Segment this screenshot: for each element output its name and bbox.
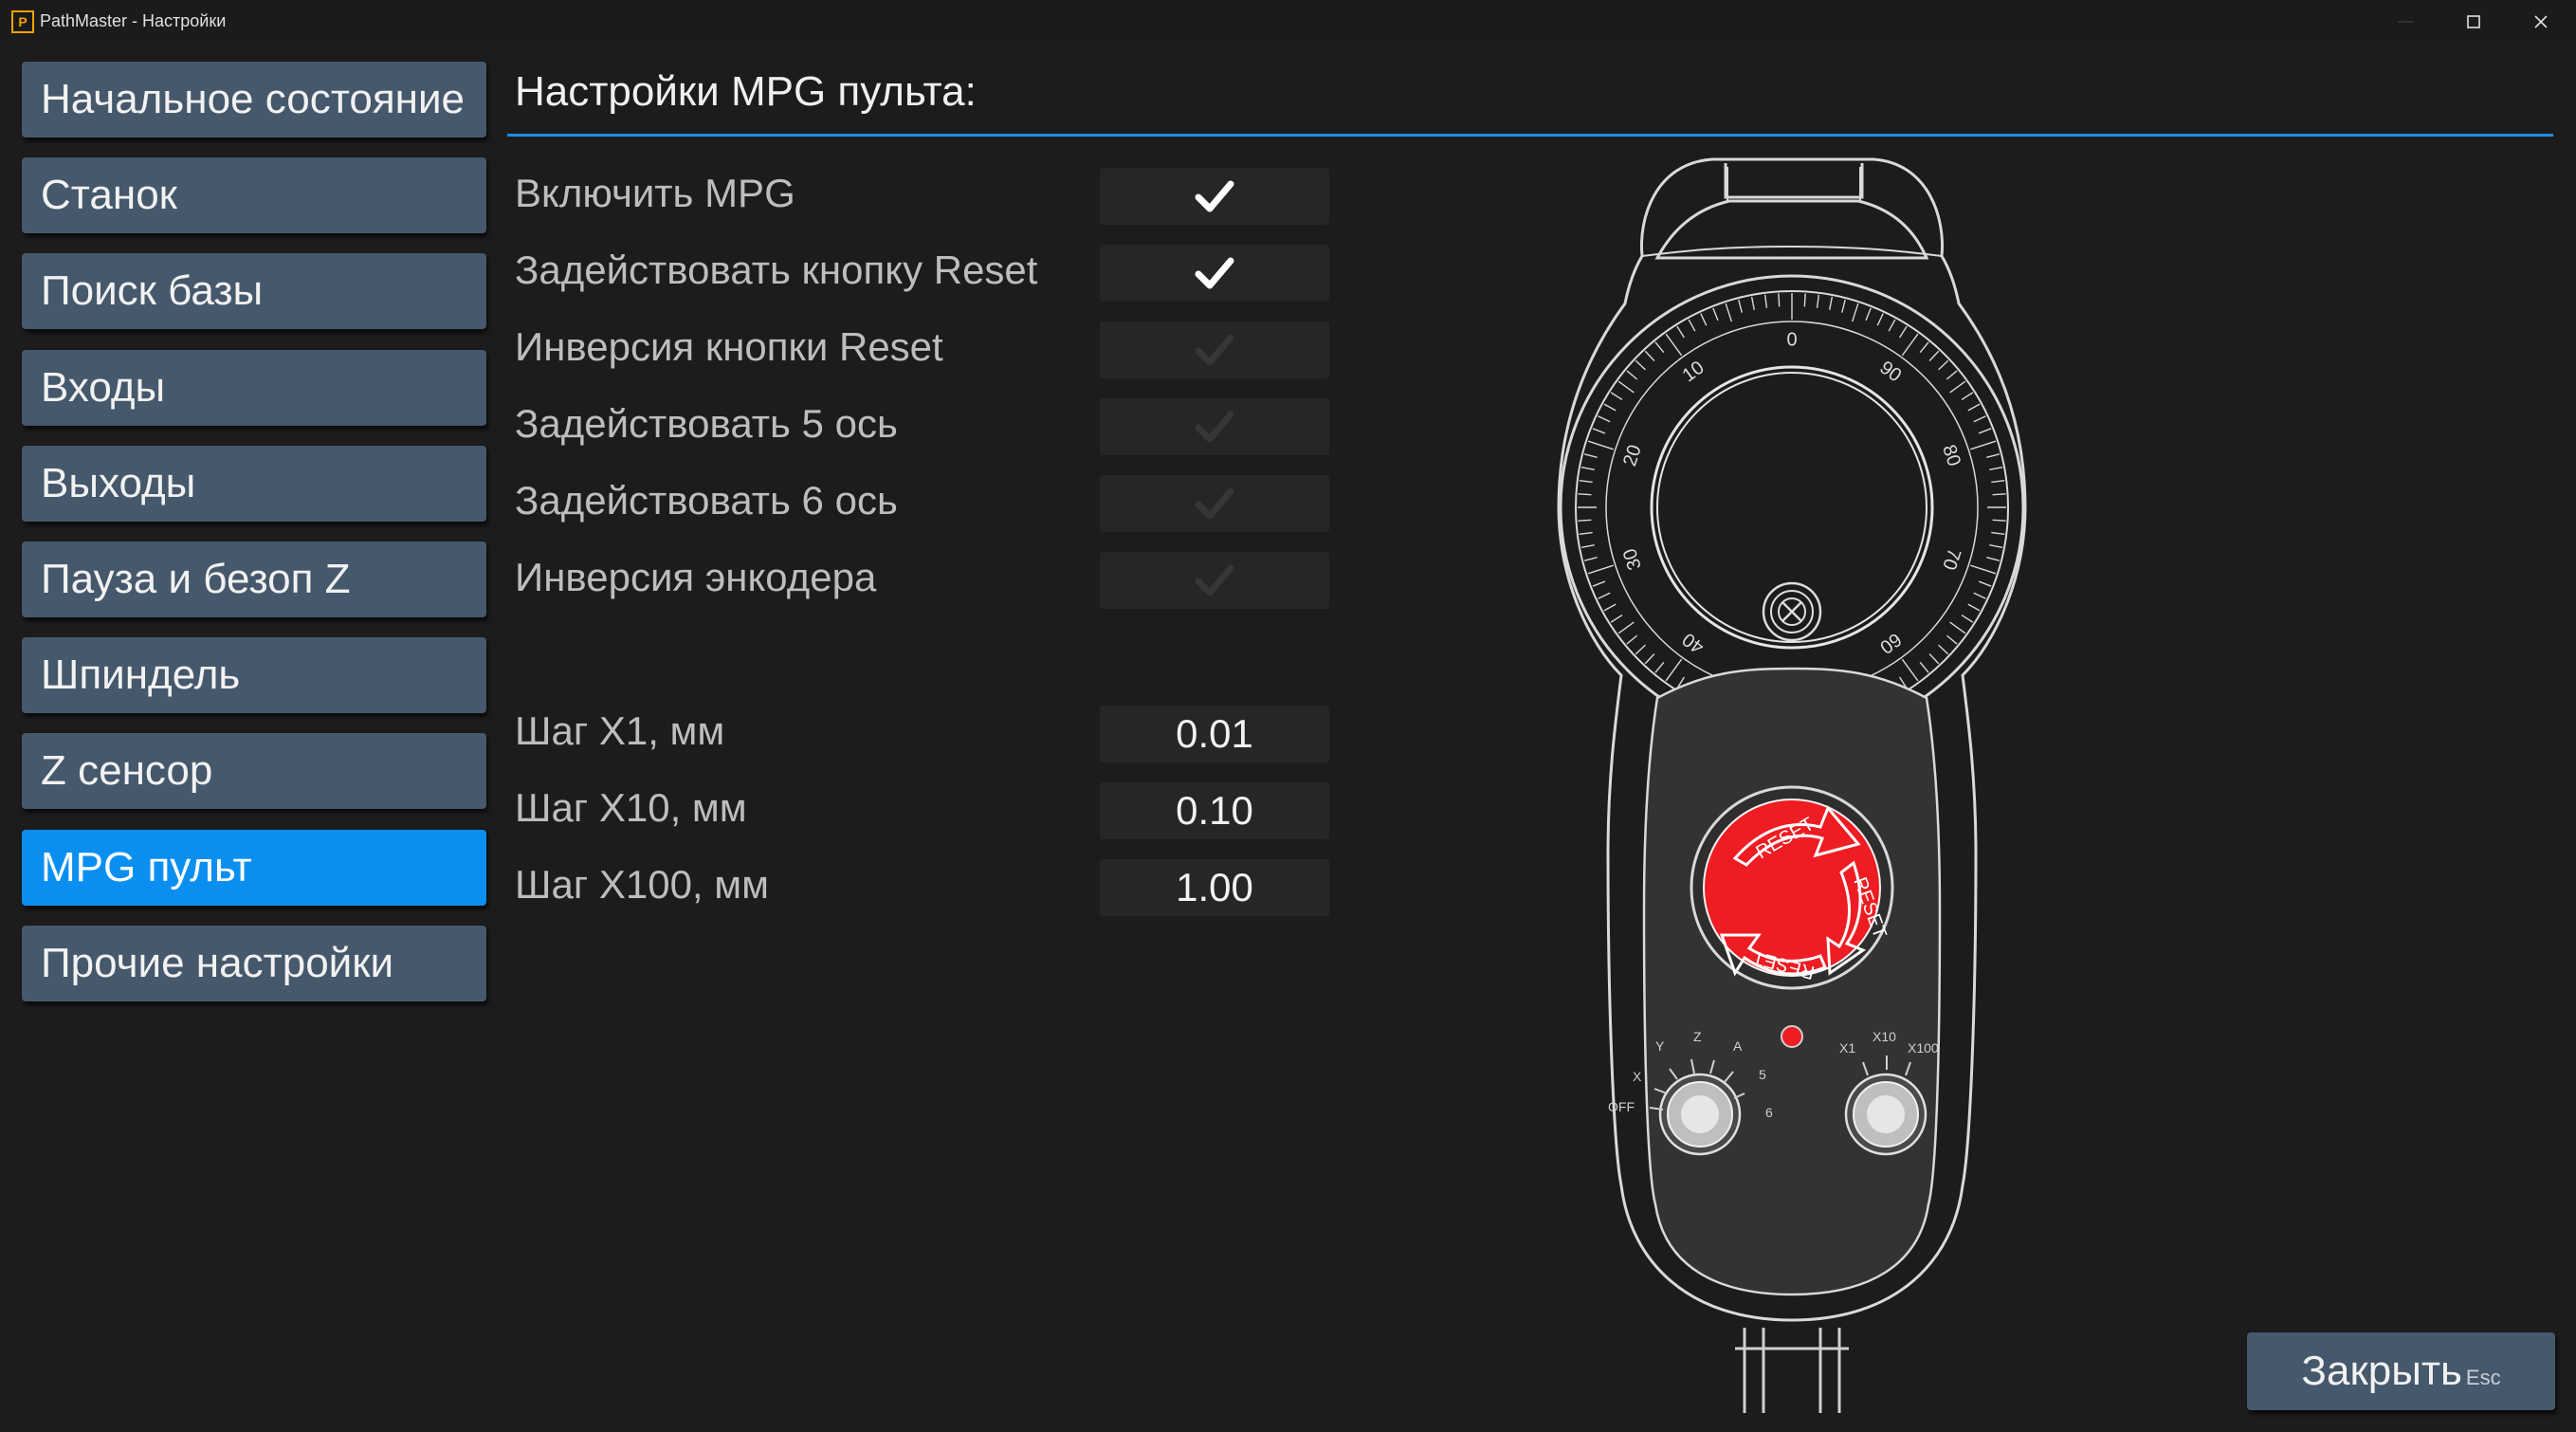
step-x1-marker: X1 — [1839, 1040, 1855, 1056]
sidebar-item-mpg[interactable]: MPG пульт — [22, 830, 486, 906]
axis-z-label: Z — [1693, 1029, 1702, 1044]
use-reset-button-checkbox[interactable] — [1100, 245, 1329, 302]
dial-tick — [1803, 293, 1806, 307]
checkmark-icon — [1195, 411, 1234, 443]
close-button-label: Закрыть — [2301, 1348, 2462, 1394]
use-axis-6-label: Задействовать 6 ось — [515, 478, 898, 523]
axis-a-label: A — [1733, 1038, 1743, 1054]
reset-button-illustration: RESET RESET RESET — [1690, 785, 1894, 990]
app-logo-icon: P — [11, 10, 34, 33]
minimize-button[interactable] — [2372, 0, 2439, 43]
sidebar-item-machine[interactable]: Станок — [22, 157, 486, 233]
close-button[interactable]: Закрыть Esc — [2247, 1332, 2555, 1410]
step-x100-marker: X100 — [1908, 1040, 1939, 1056]
dial-tick — [1578, 519, 1592, 522]
sidebar-item-spindle[interactable]: Шпиндель — [22, 637, 486, 713]
use-reset-button-label: Задействовать кнопку Reset — [515, 248, 1038, 292]
page-title: Настройки MPG пульта: — [515, 68, 977, 115]
use-axis-5-label: Задействовать 5 ось — [515, 401, 898, 446]
axis-6-label: 6 — [1765, 1105, 1773, 1120]
enable-mpg-checkbox[interactable] — [1100, 168, 1329, 225]
dial-tick — [1992, 519, 2006, 522]
sidebar-item-homing[interactable]: Поиск базы — [22, 253, 486, 329]
axis-5-label: 5 — [1759, 1067, 1766, 1082]
close-shortcut-hint: Esc — [2465, 1366, 2501, 1389]
sidebar-item-inputs[interactable]: Входы — [22, 350, 486, 426]
axis-off-label: OFF — [1608, 1099, 1635, 1114]
use-axis-6-checkbox[interactable] — [1100, 475, 1329, 532]
close-window-button[interactable] — [2508, 0, 2574, 43]
sidebar-item-outputs[interactable]: Выходы — [22, 446, 486, 522]
minimize-icon — [2398, 21, 2413, 23]
step-x10-input[interactable]: 0.10 — [1100, 782, 1329, 839]
step-selector-knob — [1844, 1073, 1927, 1156]
pendant-cable — [1735, 1328, 1849, 1413]
checkmark-icon — [1195, 487, 1234, 520]
checkmark-icon — [1195, 564, 1234, 597]
dial-tick — [1992, 493, 2006, 496]
invert-reset-button-label: Инверсия кнопки Reset — [515, 324, 943, 369]
checkmark-icon — [1195, 257, 1234, 289]
step-x10-marker: X10 — [1873, 1029, 1896, 1044]
step-x1-label: Шаг X1, мм — [515, 708, 725, 753]
mpg-pendant-illustration: 0102030405060708090 RESET RESET RESET — [1557, 157, 2027, 1413]
dial-tick — [1778, 293, 1781, 307]
sidebar-item-pause-safe-z[interactable]: Пауза и безоп Z — [22, 542, 486, 617]
maximize-icon — [2467, 15, 2480, 28]
handwheel-knob-icon — [1762, 581, 1822, 642]
axis-selector-knob — [1658, 1073, 1742, 1156]
title-bar: P PathMaster - Настройки — [0, 0, 2576, 43]
close-icon — [2534, 15, 2548, 28]
invert-encoder-checkbox[interactable] — [1100, 552, 1329, 609]
invert-encoder-label: Инверсия энкодера — [515, 555, 877, 599]
sidebar-item-z-sensor[interactable]: Z сенсор — [22, 733, 486, 809]
window-title: PathMaster - Настройки — [40, 11, 227, 30]
step-x1-input[interactable]: 0.01 — [1100, 706, 1329, 762]
invert-reset-button-checkbox[interactable] — [1100, 321, 1329, 378]
use-axis-5-checkbox[interactable] — [1100, 398, 1329, 455]
maximize-button[interactable] — [2440, 0, 2507, 43]
status-led-icon — [1781, 1025, 1803, 1048]
enable-mpg-label: Включить MPG — [515, 171, 795, 215]
step-x100-input[interactable]: 1.00 — [1100, 859, 1329, 916]
step-x100-label: Шаг X100, мм — [515, 862, 770, 907]
dial-tick — [1578, 493, 1592, 496]
title-divider — [507, 134, 2553, 137]
dial-number: 0 — [1786, 329, 1797, 350]
axis-x-label: X — [1633, 1069, 1642, 1084]
sidebar-item-other-settings[interactable]: Прочие настройки — [22, 926, 486, 1001]
checkmark-icon — [1195, 334, 1234, 366]
sidebar-item-initial-state[interactable]: Начальное состояние — [22, 62, 486, 138]
step-x10-label: Шаг X10, мм — [515, 785, 747, 830]
checkmark-icon — [1195, 180, 1234, 212]
axis-y-label: Y — [1655, 1038, 1665, 1054]
